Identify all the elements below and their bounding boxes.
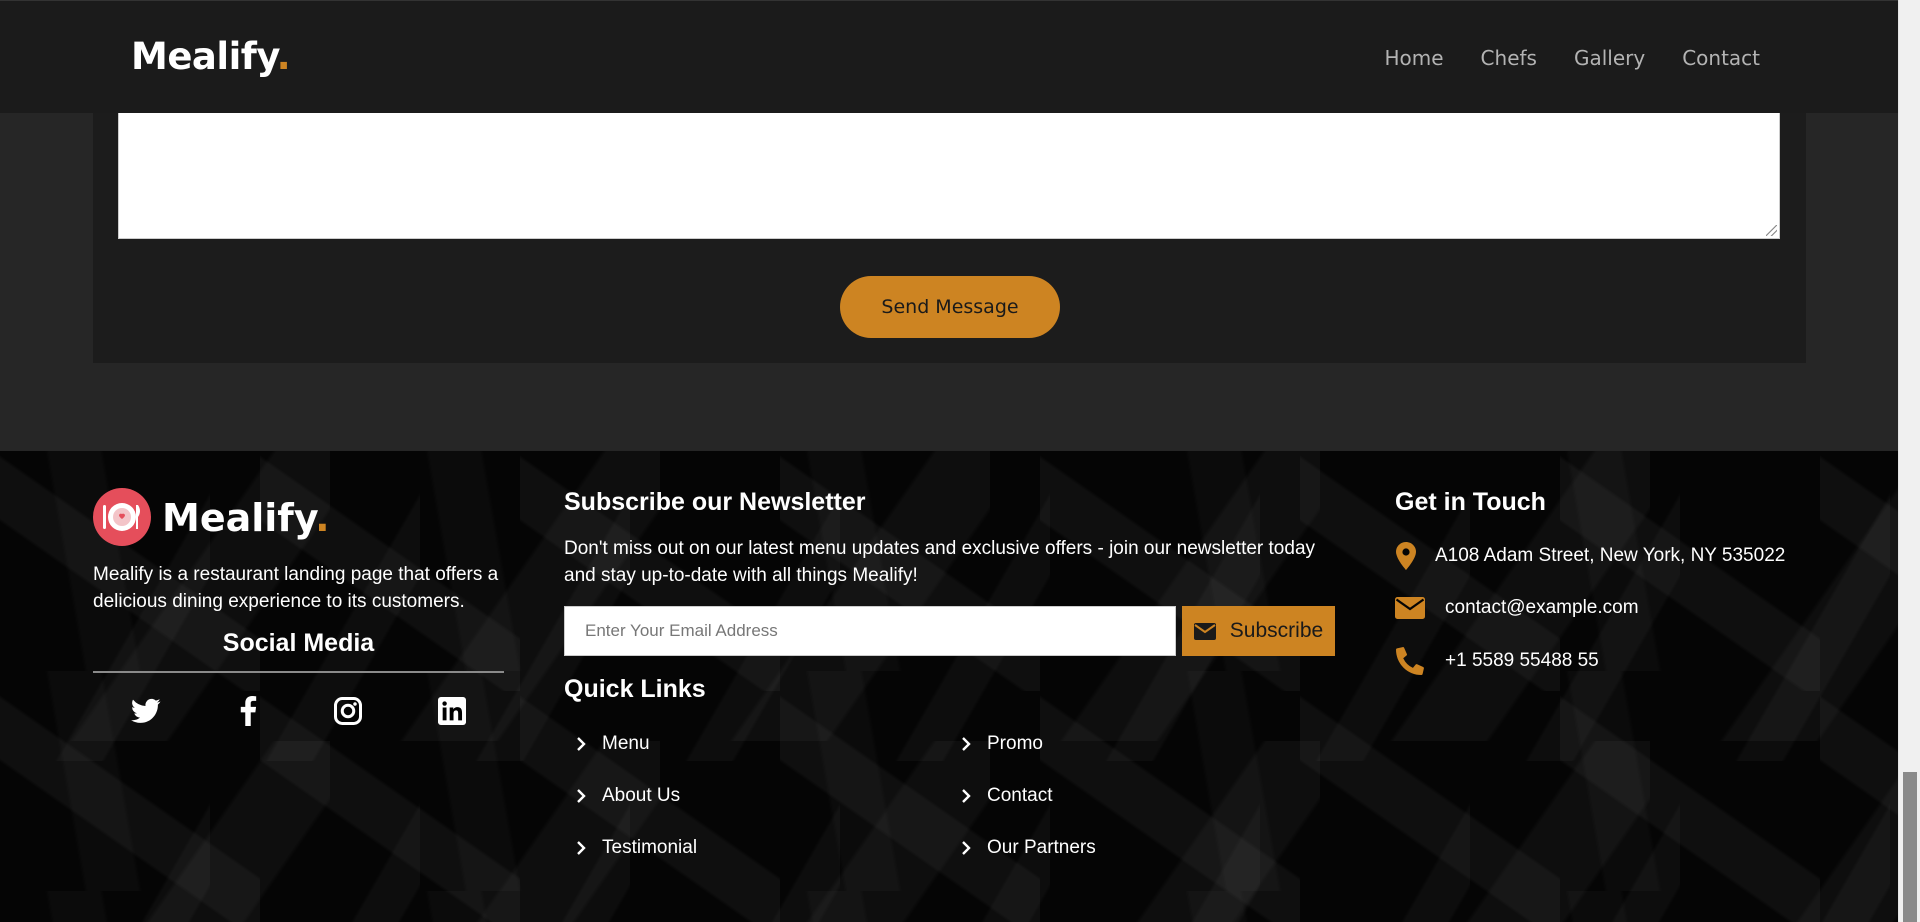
chevron-right-icon <box>961 788 977 804</box>
page-scrollbar[interactable] <box>1898 0 1920 922</box>
facebook-icon[interactable] <box>228 691 268 731</box>
site-footer: Mealify. Mealify is a restaurant landing… <box>0 451 1898 922</box>
quick-link-testimonial[interactable]: Testimonial <box>576 837 697 859</box>
subscribe-button[interactable]: Subscribe <box>1182 606 1335 656</box>
newsletter-email-input[interactable] <box>564 606 1176 656</box>
quick-link-label: Contact <box>987 785 1053 806</box>
brand-logo[interactable]: Mealify. <box>131 35 291 78</box>
quick-links-title: Quick Links <box>564 675 706 703</box>
chevron-right-icon <box>576 736 592 752</box>
twitter-icon[interactable] <box>126 691 166 731</box>
message-textarea[interactable] <box>118 113 1780 239</box>
instagram-icon[interactable] <box>328 691 368 731</box>
restaurant-logo-icon <box>93 488 151 546</box>
map-pin-icon <box>1395 542 1417 570</box>
send-message-button[interactable]: Send Message <box>840 276 1060 338</box>
envelope-icon <box>1193 622 1216 640</box>
scrollbar-thumb[interactable] <box>1903 772 1917 922</box>
newsletter-text: Don't miss out on our latest menu update… <box>564 538 1316 586</box>
footer-brand[interactable]: Mealify. <box>162 496 330 540</box>
resize-grip-icon[interactable] <box>1766 225 1777 236</box>
nav-contact[interactable]: Contact <box>1682 46 1760 70</box>
contact-email[interactable]: contact@example.com <box>1395 597 1639 619</box>
get-in-touch-title: Get in Touch <box>1395 488 1546 516</box>
social-media-title: Social Media <box>222 629 375 657</box>
quick-link-label: Testimonial <box>602 837 698 858</box>
contact-phone-text: +1 5589 55488 55 <box>1445 650 1599 671</box>
brand-dot: . <box>276 35 291 78</box>
social-divider <box>93 671 504 673</box>
quick-link-menu[interactable]: Menu <box>576 733 650 755</box>
quick-link-about-us[interactable]: About Us <box>576 785 680 807</box>
chevron-right-icon <box>576 788 592 804</box>
envelope-icon <box>1395 597 1425 619</box>
linkedin-icon[interactable] <box>432 691 472 731</box>
contact-email-text: contact@example.com <box>1445 597 1639 618</box>
footer-brand-dot: . <box>315 496 330 540</box>
quick-link-promo[interactable]: Promo <box>961 733 1043 755</box>
quick-link-label: Promo <box>987 733 1043 754</box>
chevron-right-icon <box>576 840 592 856</box>
footer-description: Mealify is a restaurant landing page tha… <box>93 564 499 612</box>
subscribe-label: Subscribe <box>1229 619 1324 642</box>
brand-name: Mealify <box>131 35 277 78</box>
nav-home[interactable]: Home <box>1384 46 1443 70</box>
phone-icon <box>1395 647 1425 675</box>
contact-phone[interactable]: +1 5589 55488 55 <box>1395 647 1599 675</box>
chevron-right-icon <box>961 736 977 752</box>
contact-address: A108 Adam Street, New York, NY 535022 <box>1395 542 1785 570</box>
main-nav: Home Chefs Gallery Contact <box>1347 46 1760 70</box>
nav-chefs[interactable]: Chefs <box>1481 46 1537 70</box>
site-header: Mealify. Home Chefs Gallery Contact <box>0 0 1898 113</box>
social-links <box>93 691 504 731</box>
quick-link-our-partners[interactable]: Our Partners <box>961 837 1096 859</box>
nav-gallery[interactable]: Gallery <box>1574 46 1645 70</box>
quick-link-contact[interactable]: Contact <box>961 785 1052 807</box>
quick-link-label: About Us <box>602 785 681 806</box>
quick-link-label: Our Partners <box>987 837 1096 858</box>
contact-address-text: A108 Adam Street, New York, NY 535022 <box>1435 545 1786 566</box>
quick-link-label: Menu <box>602 733 650 754</box>
newsletter-title: Subscribe our Newsletter <box>564 488 866 516</box>
contact-form: Send Message <box>93 113 1806 363</box>
chevron-right-icon <box>961 840 977 856</box>
footer-brand-name: Mealify <box>162 496 316 540</box>
